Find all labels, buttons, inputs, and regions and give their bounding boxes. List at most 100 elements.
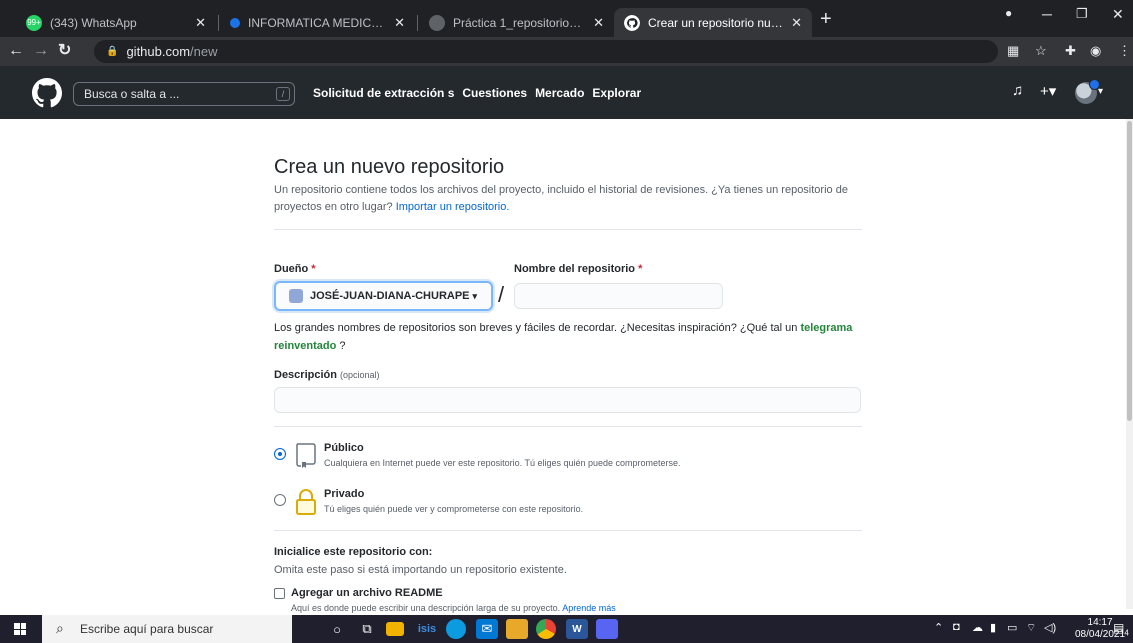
search-shortcut-key: /: [276, 87, 290, 101]
tray-chevron-up-icon[interactable]: ⌃: [934, 621, 943, 634]
discord-icon[interactable]: [596, 619, 618, 639]
owner-select[interactable]: JOSÉ-JUAN-DIANA-CHURAPE ▾: [274, 281, 493, 311]
profile-avatar-icon[interactable]: ◉: [1090, 43, 1101, 59]
repo-book-icon: [296, 443, 316, 468]
init-subtitle: Omita este paso si está importando un re…: [274, 564, 567, 576]
public-title: Público: [324, 442, 364, 454]
window-close-icon[interactable]: ✕: [1112, 6, 1124, 23]
whatsapp-icon: 99+: [26, 14, 42, 31]
owner-label: Dueño *: [274, 263, 316, 275]
learn-more-link[interactable]: Aprende más: [562, 603, 616, 613]
visibility-public-option[interactable]: Público Cualquiera en Internet puede ver…: [274, 442, 862, 474]
taskbar-search-box[interactable]: ⌕ Escribe aquí para buscar: [42, 615, 292, 643]
readme-label: Agregar un archivo README: [291, 587, 443, 599]
globe-icon: [429, 14, 445, 31]
page-subtitle: Un repositorio contiene todos los archiv…: [274, 182, 854, 216]
description-label: Descripción (opcional): [274, 369, 380, 381]
windows-start-icon[interactable]: [14, 623, 26, 635]
file-explorer-icon[interactable]: [386, 622, 404, 636]
tab-label: Crear un repositorio nuevo: [648, 15, 786, 30]
import-repository-link[interactable]: Importar un repositorio.: [396, 201, 510, 213]
task-view-icon[interactable]: ⧉: [356, 619, 378, 639]
private-description: Tú eliges quién puede ver y comprometers…: [324, 504, 584, 514]
search-icon: ⌕: [56, 620, 64, 636]
github-icon: [624, 14, 640, 31]
description-label-text: Descripción: [274, 369, 337, 381]
forward-icon[interactable]: →: [33, 42, 49, 60]
address-host: github.com: [126, 44, 191, 59]
divider: [274, 426, 862, 427]
bookmark-star-icon[interactable]: ☆: [1035, 43, 1047, 59]
nav-explore[interactable]: Explorar: [592, 86, 641, 100]
volume-icon[interactable]: ◁): [1044, 621, 1056, 634]
edge-icon[interactable]: [446, 619, 466, 639]
translate-icon[interactable]: ▦: [1007, 43, 1019, 59]
tab-whatsapp[interactable]: 99+ (343) WhatsApp ✕: [16, 8, 216, 37]
user-avatar[interactable]: [1075, 79, 1100, 104]
readme-checkbox[interactable]: [274, 587, 285, 599]
github-logo-icon[interactable]: [32, 78, 62, 108]
create-new-plus-icon[interactable]: +▾: [1040, 82, 1056, 100]
readme-hint: Aquí es donde puede escribir una descrip…: [291, 603, 616, 613]
readme-hint-text: Aquí es donde puede escribir una descrip…: [291, 603, 561, 613]
nav-pull-requests[interactable]: Solicitud de extracción s: [313, 86, 454, 100]
microphone-icon[interactable]: ▮: [990, 621, 996, 634]
page-title: Crea un nuevo repositorio: [274, 156, 505, 178]
word-icon[interactable]: W: [566, 619, 588, 639]
onedrive-cloud-icon[interactable]: ☁: [972, 621, 983, 634]
page-scrollbar-thumb[interactable]: [1127, 121, 1132, 421]
chrome-icon[interactable]: [536, 619, 556, 639]
notifications-icon[interactable]: ▤4: [1113, 621, 1129, 637]
repo-name-input[interactable]: [514, 283, 723, 309]
tab-label: INFORMATICA MEDICA IBIO: MA: [248, 15, 388, 30]
reload-icon[interactable]: ↻: [58, 42, 71, 60]
profile-icon[interactable]: ●: [1005, 6, 1012, 20]
menu-kebab-icon[interactable]: ⋮: [1118, 43, 1131, 59]
wifi-icon[interactable]: ⌔: [1026, 621, 1036, 635]
nav-issues[interactable]: Cuestiones: [462, 86, 527, 100]
github-header: Busca o salta a ... / Solicitud de extra…: [0, 66, 1133, 119]
visibility-private-option[interactable]: Privado Tú eliges quién puede ver y comp…: [274, 488, 862, 520]
cortana-icon[interactable]: ○: [326, 619, 348, 639]
repo-name-hint: Los grandes nombres de repositorios son …: [274, 319, 854, 355]
tab-practica[interactable]: Práctica 1_repositorio_informatic ✕: [419, 8, 614, 37]
divider: [274, 530, 862, 531]
public-radio[interactable]: [274, 448, 286, 460]
private-title: Privado: [324, 488, 365, 500]
required-mark: *: [311, 263, 316, 275]
store-icon[interactable]: [506, 619, 528, 639]
nav-marketplace[interactable]: Mercado: [535, 86, 584, 100]
public-description: Cualquiera en Internet puede ver este re…: [324, 458, 681, 468]
tab-label: (343) WhatsApp: [50, 15, 137, 30]
tab-separator: [417, 15, 418, 31]
notification-count: 4: [1124, 628, 1129, 638]
browser-tab-strip: 99+ (343) WhatsApp ✕ INFORMATICA MEDICA …: [0, 0, 1133, 37]
windows-taskbar: ⌕ Escribe aquí para buscar ○ ⧉ isis ✉ W …: [0, 615, 1133, 643]
close-tab-icon[interactable]: ✕: [195, 15, 206, 31]
battery-icon[interactable]: ▭: [1007, 621, 1017, 634]
close-tab-icon[interactable]: ✕: [791, 15, 802, 31]
minimize-icon[interactable]: ─: [1042, 6, 1052, 22]
restore-icon[interactable]: ❐: [1076, 6, 1088, 22]
address-bar[interactable]: 🔒 github.com/new: [94, 40, 998, 63]
new-tab-icon[interactable]: +: [820, 9, 832, 29]
meet-now-icon[interactable]: ◘: [953, 621, 960, 633]
tab-crear-repositorio[interactable]: Crear un repositorio nuevo ✕: [614, 8, 812, 37]
extensions-icon[interactable]: ✚: [1065, 43, 1076, 59]
close-tab-icon[interactable]: ✕: [394, 15, 405, 31]
bell-icon[interactable]: ♫: [1012, 82, 1023, 99]
back-icon[interactable]: ←: [8, 42, 24, 60]
tab-label: Práctica 1_repositorio_informatic: [453, 15, 587, 30]
private-radio[interactable]: [274, 494, 286, 506]
description-input[interactable]: [274, 387, 861, 413]
chevron-down-icon: ▾: [472, 290, 478, 301]
github-search-input[interactable]: Busca o salta a ... /: [73, 82, 295, 106]
mail-icon[interactable]: ✉: [476, 619, 498, 639]
isis-app-icon[interactable]: isis: [416, 619, 438, 639]
close-tab-icon[interactable]: ✕: [593, 15, 604, 31]
meet-icon: [230, 17, 240, 28]
tab-informatica[interactable]: INFORMATICA MEDICA IBIO: MA ✕: [220, 8, 415, 37]
required-mark: *: [638, 263, 643, 275]
avatar-chevron-down-icon[interactable]: ▾: [1098, 86, 1103, 97]
add-readme-option[interactable]: Agregar un archivo README: [274, 587, 443, 599]
